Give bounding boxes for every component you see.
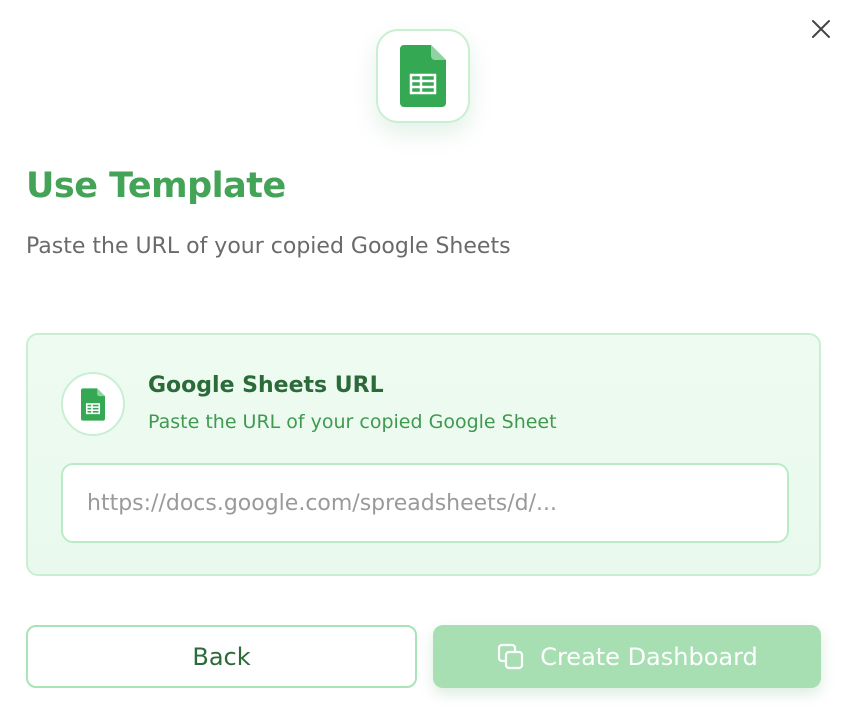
google-sheets-icon (400, 45, 446, 107)
create-dashboard-label: Create Dashboard (540, 642, 758, 671)
google-sheets-url-card: Google Sheets URL Paste the URL of your … (26, 333, 821, 576)
google-sheets-icon (81, 387, 105, 421)
create-dashboard-button[interactable]: Create Dashboard (433, 625, 821, 688)
back-button[interactable]: Back (26, 625, 417, 688)
card-title: Google Sheets URL (148, 373, 384, 398)
close-button[interactable] (806, 14, 836, 44)
hero-sheets-badge (376, 29, 470, 123)
copy-icon (498, 643, 524, 669)
google-sheets-url-input[interactable] (61, 463, 789, 543)
dialog-title: Use Template (26, 166, 286, 206)
back-button-label: Back (192, 642, 251, 671)
close-icon (812, 20, 830, 38)
card-sheets-badge (61, 372, 125, 436)
dialog-subtitle: Paste the URL of your copied Google Shee… (26, 234, 511, 259)
card-description: Paste the URL of your copied Google Shee… (148, 411, 557, 433)
